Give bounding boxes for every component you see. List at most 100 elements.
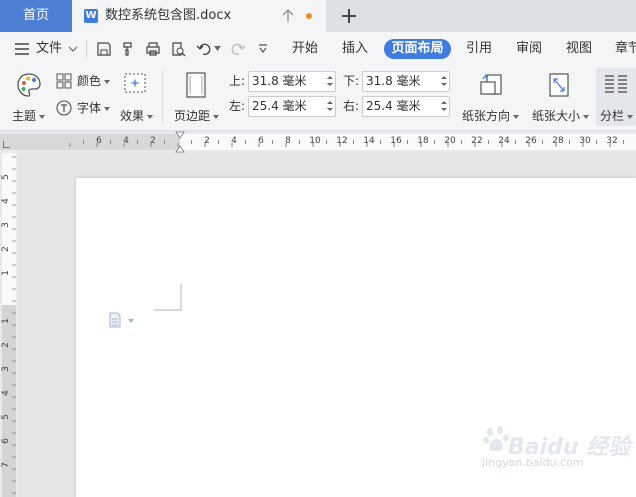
ruler-label: 18: [417, 136, 429, 146]
menu-bar: 文件 开始 插入 页面布局 引用 审阅 视图 章节: [0, 32, 636, 64]
ruler-label: 4: [1, 390, 11, 396]
ruler-label: 14: [363, 136, 375, 146]
left-margin-field[interactable]: [248, 96, 336, 117]
ruler-label: 32: [606, 136, 617, 146]
ruler-label: 2: [1, 342, 11, 348]
ruler-label: 4: [231, 136, 237, 146]
spinner-icon[interactable]: [327, 74, 333, 88]
tab-bar: 首页 W 数控系统包含图.docx: [0, 0, 636, 32]
spinner-icon[interactable]: [327, 99, 333, 113]
top-margin-input[interactable]: [252, 72, 322, 91]
bottom-margin-label: 下:: [343, 74, 360, 88]
undo-dropdown-icon[interactable]: [214, 46, 221, 52]
columns-label: 分栏: [600, 108, 634, 124]
vertical-ruler-scale: 5 4 3 2 1 1 2 3 4 5 6 7: [0, 153, 18, 497]
print-icon[interactable]: [145, 41, 161, 57]
theme-label: 主题: [12, 108, 46, 124]
tab-page-layout[interactable]: 页面布局: [384, 39, 451, 59]
ribbon-separator: [162, 70, 163, 124]
home-tab[interactable]: 首页: [0, 0, 72, 32]
margins-label: 页边距: [174, 108, 220, 124]
document-tab[interactable]: W 数控系统包含图.docx: [72, 0, 326, 32]
horizontal-ruler-scale: 6 4 2 2 4 6 8 10 12 14 16 18 20 22 24 26 28 30 32: [0, 131, 636, 153]
effect-button[interactable]: 效果: [120, 72, 156, 124]
chevron-down-icon: [68, 46, 78, 52]
ruler-label: 10: [309, 136, 321, 146]
ruler-label: 7: [1, 462, 11, 468]
ruler-label: 5: [1, 174, 11, 180]
theme-button[interactable]: 主题: [12, 72, 52, 124]
ruler-label: 6: [258, 136, 264, 146]
color-grid-icon: [56, 73, 72, 89]
margin-corner-marker: [154, 284, 182, 311]
paper-size-icon: [549, 73, 569, 97]
tab-chapter[interactable]: 章节: [609, 39, 636, 59]
document-tab-title: 数控系统包含图.docx: [105, 8, 232, 23]
tab-references[interactable]: 引用: [459, 39, 499, 59]
hamburger-icon: [15, 43, 29, 55]
margins-button[interactable]: 页边距: [172, 72, 222, 124]
tab-view[interactable]: 视图: [559, 39, 599, 59]
right-margin-field[interactable]: [362, 96, 450, 117]
ruler-label: 3: [1, 366, 11, 372]
format-painter-icon[interactable]: [120, 41, 136, 57]
paper-size-label: 纸张大小: [532, 108, 590, 124]
ruler-label: 1: [1, 318, 11, 324]
top-margin-field[interactable]: [248, 71, 336, 92]
tab-home[interactable]: 开始: [284, 39, 326, 59]
paste-options-icon[interactable]: [108, 312, 136, 328]
customize-toolbar-icon[interactable]: [258, 44, 268, 54]
ruler-label: 16: [390, 136, 402, 146]
print-preview-icon[interactable]: [170, 41, 186, 57]
tab-stop-selector-icon[interactable]: [3, 141, 10, 148]
ruler-label: 4: [123, 136, 129, 146]
ruler-label: 12: [336, 136, 347, 146]
ruler-label: 22: [471, 136, 482, 146]
orientation-label: 纸张方向: [462, 108, 520, 124]
ruler-label: 3: [1, 222, 11, 228]
ruler-label: 24: [498, 136, 510, 146]
top-margin-label: 上:: [229, 74, 246, 88]
save-icon[interactable]: [96, 41, 112, 57]
ruler-label: 26: [525, 136, 537, 146]
left-margin-label: 左:: [229, 99, 246, 113]
font-circle-icon: [56, 100, 72, 116]
undo-icon[interactable]: [196, 41, 212, 57]
right-margin-label: 右:: [343, 99, 360, 113]
ruler-label: 6: [96, 136, 102, 146]
margins-icon: [186, 72, 206, 98]
redo-icon[interactable]: [230, 41, 246, 57]
ruler-label: 4: [1, 198, 11, 204]
ruler-label: 1: [1, 270, 11, 276]
orientation-button[interactable]: 纸张方向: [462, 72, 522, 124]
spinner-icon[interactable]: [441, 74, 447, 88]
right-margin-input[interactable]: [366, 97, 436, 116]
ruler-label: 2: [1, 246, 11, 252]
tab-insert[interactable]: 插入: [334, 39, 376, 59]
bottom-margin-input[interactable]: [366, 72, 436, 91]
watermark-url: jingyan.baidu.com: [482, 456, 584, 469]
bottom-margin-field[interactable]: [362, 71, 450, 92]
palette-icon: [17, 73, 41, 97]
columns-icon: [605, 75, 627, 93]
paw-logo-icon: [483, 426, 509, 452]
horizontal-ruler[interactable]: 6 4 2 2 4 6 8 10 12 14 16 18 20 22 24 26 28 30 32: [0, 131, 636, 153]
ruler-label: 20: [444, 136, 456, 146]
menu-separator: [86, 40, 87, 58]
left-margin-input[interactable]: [252, 97, 322, 116]
unsaved-indicator-icon: [306, 13, 312, 19]
new-tab-plus-icon[interactable]: [338, 5, 360, 27]
tab-review[interactable]: 审阅: [509, 39, 549, 59]
vertical-ruler[interactable]: 5 4 3 2 1 1 2 3 4 5 6 7: [0, 153, 18, 497]
page-orientation-icon: [480, 74, 502, 95]
columns-button[interactable]: 分栏: [596, 68, 636, 126]
spinner-icon[interactable]: [441, 99, 447, 113]
ruler-label: 28: [552, 136, 564, 146]
font-label: 字体: [77, 100, 111, 116]
file-menu-label: 文件: [36, 41, 63, 56]
ruler-label: 30: [579, 136, 591, 146]
paper-size-button[interactable]: 纸张大小: [530, 72, 592, 124]
upload-arrow-icon[interactable]: [280, 8, 296, 24]
effect-label: 效果: [120, 108, 154, 124]
ruler-label: 2: [204, 136, 210, 146]
